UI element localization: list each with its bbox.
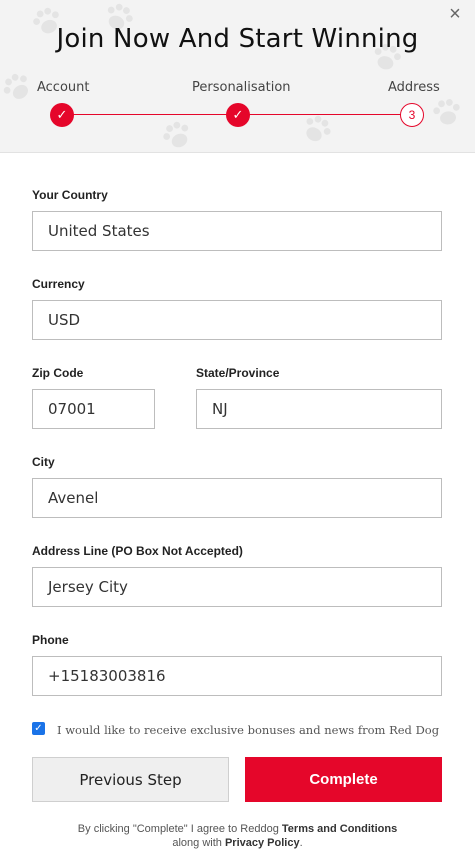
- currency-label: Currency: [32, 277, 85, 291]
- checkmark-icon: ✓: [226, 103, 250, 127]
- step-label: Personalisation: [192, 80, 291, 95]
- page-title: Join Now And Start Winning: [56, 24, 419, 54]
- zip-input[interactable]: 07001: [32, 389, 155, 429]
- phone-input[interactable]: +15183003816: [32, 656, 442, 696]
- legal-middle: along with: [172, 837, 225, 849]
- zip-label: Zip Code: [32, 366, 84, 380]
- address-input[interactable]: Jersey City: [32, 567, 442, 607]
- checkmark-icon: ✓: [50, 103, 74, 127]
- close-icon[interactable]: ×: [445, 4, 465, 24]
- consent-checkbox[interactable]: ✓: [32, 722, 45, 735]
- previous-step-button[interactable]: Previous Step: [32, 757, 229, 802]
- step-address: Address: [388, 80, 440, 95]
- signup-header: × Join Now And Start Winning Account Per…: [0, 0, 475, 153]
- complete-button[interactable]: Complete: [245, 757, 442, 802]
- state-select[interactable]: NJ: [196, 389, 442, 429]
- step-number-badge: 3: [400, 103, 424, 127]
- privacy-link[interactable]: Privacy Policy: [225, 837, 300, 849]
- legal-notice: By clicking "Complete" I agree to Reddog…: [0, 822, 475, 850]
- address-label: Address Line (PO Box Not Accepted): [32, 544, 243, 558]
- city-label: City: [32, 455, 55, 469]
- legal-prefix: By clicking "Complete" I agree to Reddog: [77, 823, 282, 835]
- consent-text: I would like to receive exclusive bonuse…: [57, 723, 440, 737]
- currency-select[interactable]: USD: [32, 300, 442, 340]
- terms-link[interactable]: Terms and Conditions: [282, 823, 397, 835]
- country-label: Your Country: [32, 188, 108, 202]
- state-label: State/Province: [196, 366, 280, 380]
- phone-label: Phone: [32, 633, 69, 647]
- legal-suffix: .: [299, 837, 303, 849]
- step-personalisation: Personalisation: [192, 80, 291, 95]
- step-account: Account: [37, 80, 90, 95]
- step-label: Account: [37, 80, 90, 95]
- progress-stepper: Account Personalisation Address ✓ ✓ 3: [0, 80, 475, 140]
- step-label: Address: [388, 80, 440, 95]
- city-input[interactable]: Avenel: [32, 478, 442, 518]
- country-select[interactable]: United States: [32, 211, 442, 251]
